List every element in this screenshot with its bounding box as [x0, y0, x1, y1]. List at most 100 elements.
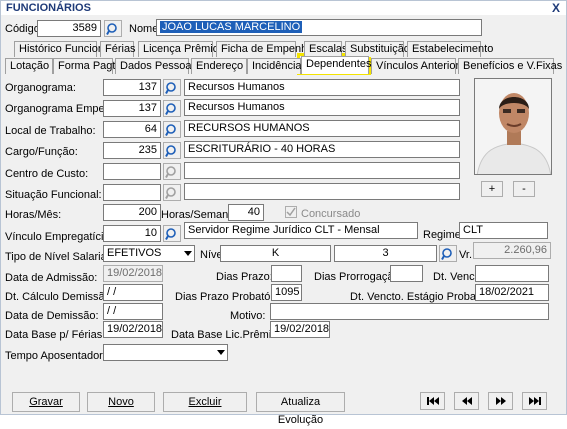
vinculo-desc[interactable]: Servidor Regime Jurídico CLT - Mensal: [184, 222, 418, 239]
tab-f-rias[interactable]: Férias: [100, 41, 136, 57]
horas-mes-field[interactable]: 200: [103, 204, 161, 221]
tab-dependentes[interactable]: Dependentes: [301, 56, 371, 74]
concursado-label: Concursado: [301, 208, 361, 220]
person-photo-icon: [475, 79, 551, 174]
organograma-empenho-code[interactable]: 137: [103, 100, 161, 117]
cargo-search-button[interactable]: [163, 142, 181, 159]
chevron-down-icon: [217, 350, 225, 355]
search-icon: [165, 227, 176, 240]
employee-photo: [474, 78, 552, 175]
dt-venc-field[interactable]: [475, 265, 549, 282]
novo-label: Novo: [108, 396, 134, 408]
codigo-search-button[interactable]: [104, 20, 122, 37]
organograma-empenho-search-button[interactable]: [163, 100, 181, 117]
tipo-nivel-label: Tipo de Nível Salarial:: [5, 251, 113, 263]
cargo-desc[interactable]: ESCRITURÁRIO - 40 HORAS: [184, 141, 460, 158]
situacao-desc[interactable]: [184, 183, 460, 200]
organograma-code[interactable]: 137: [103, 79, 161, 96]
tab-estabelecimento[interactable]: Estabelecimento: [407, 41, 493, 57]
tab-incid-ncias[interactable]: Incidências: [247, 58, 307, 74]
close-icon[interactable]: X: [552, 1, 560, 15]
tab-substitui-o[interactable]: Substituição: [345, 41, 410, 57]
last-icon: [528, 397, 541, 405]
local-search-button[interactable]: [163, 121, 181, 138]
tab-escalas[interactable]: Escalas: [304, 41, 348, 57]
concursado-checkbox: [285, 206, 297, 218]
tab-lota-o[interactable]: Lotação: [5, 58, 53, 74]
local-label: Local de Trabalho:: [5, 125, 96, 137]
search-icon: [165, 102, 176, 115]
next-record-button[interactable]: [488, 392, 513, 410]
vr-field: 2.260,96: [473, 242, 551, 259]
demissao-label: Data de Demissão:: [5, 310, 99, 322]
dias-prorrogacao-field[interactable]: [390, 265, 423, 282]
dt-calculo-field[interactable]: / /: [103, 284, 163, 301]
horas-mes-label: Horas/Mês:: [5, 209, 62, 221]
search-icon: [165, 81, 176, 94]
codigo-field[interactable]: 3589: [37, 20, 101, 37]
gravar-button[interactable]: Gravar: [12, 392, 80, 412]
situacao-search-button: [163, 184, 181, 201]
previous-icon: [461, 397, 472, 405]
motivo-field[interactable]: [270, 303, 549, 320]
dias-prazo-field[interactable]: [271, 265, 302, 282]
tab-ficha-de-empenho[interactable]: Ficha de Empenho: [216, 41, 313, 57]
tempo-aposentadoria-select[interactable]: [103, 344, 228, 361]
previous-record-button[interactable]: [454, 392, 479, 410]
local-code[interactable]: 64: [103, 121, 161, 138]
organograma-search-button[interactable]: [163, 79, 181, 96]
atualiza-evolucao-button[interactable]: Atualiza Evolução: [256, 392, 345, 426]
nivel-search-button[interactable]: [439, 245, 457, 262]
last-record-button[interactable]: [522, 392, 547, 410]
nivel-num-field[interactable]: 3: [334, 245, 437, 262]
organograma-label: Organograma:: [5, 82, 76, 94]
remove-photo-button[interactable]: -: [513, 181, 535, 197]
tab-benef-cios-e-v-fixas[interactable]: Benefícios e V.Fixas: [458, 58, 562, 74]
nome-field[interactable]: JOAO LUCAS MARCELINO: [156, 19, 482, 36]
novo-button[interactable]: Novo: [87, 392, 155, 412]
centro-custo-label: Centro de Custo:: [5, 168, 89, 180]
nome-value: JOAO LUCAS MARCELINO: [160, 21, 303, 33]
dt-calculo-label: Dt. Cálculo Demissão:: [5, 291, 114, 303]
tipo-nivel-select[interactable]: EFETIVOS: [103, 245, 195, 262]
base-ferias-field[interactable]: 19/02/2018: [103, 321, 163, 338]
vinculo-code[interactable]: 10: [103, 225, 161, 242]
tab-endere-o[interactable]: Endereço: [191, 58, 247, 74]
organograma-desc[interactable]: Recursos Humanos: [184, 79, 460, 96]
base-lic-field[interactable]: 19/02/2018: [270, 321, 330, 338]
admissao-field: 19/02/2018: [103, 265, 163, 282]
nome-label: Nome: [129, 23, 159, 35]
first-icon: [426, 397, 439, 405]
admissao-label: Data de Admissão:: [5, 272, 98, 284]
cargo-code[interactable]: 235: [103, 142, 161, 159]
add-photo-button[interactable]: +: [481, 181, 503, 197]
search-icon: [165, 123, 176, 136]
regime-field[interactable]: CLT: [459, 222, 548, 239]
next-icon: [495, 397, 506, 405]
tempo-aposentadoria-label: Tempo Aposentadoria:: [5, 350, 115, 362]
motivo-label: Motivo:: [230, 310, 266, 322]
excluir-button[interactable]: Excluir: [163, 392, 247, 412]
tab-licen-a-pr-mio[interactable]: Licença Prêmio: [138, 41, 219, 57]
horas-semana-label: Horas/Semana:: [161, 209, 238, 221]
vinculo-search-button[interactable]: [163, 225, 181, 242]
situacao-code[interactable]: [103, 184, 161, 201]
tab-dados-pessoais[interactable]: Dados Pessoais: [115, 58, 200, 74]
dias-probatorio-field[interactable]: 1095: [271, 284, 302, 301]
funcionarios-window: FUNCIONÁRIOS X Código: 3589 Nome JOAO LU…: [0, 0, 567, 426]
centro-custo-code[interactable]: [103, 163, 161, 180]
first-record-button[interactable]: [420, 392, 445, 410]
dt-estagio-field[interactable]: 18/02/2021: [475, 284, 549, 301]
nivel-field[interactable]: K: [220, 245, 331, 262]
local-desc[interactable]: RECURSOS HUMANOS: [184, 120, 460, 137]
search-icon: [441, 247, 452, 260]
tab-forma-pagto-[interactable]: Forma Pagto.: [53, 58, 125, 74]
tab-v-nculos-anteriores[interactable]: Vínculos Anteriores: [371, 58, 471, 74]
centro-custo-desc[interactable]: [184, 162, 460, 179]
organograma-empenho-desc[interactable]: Recursos Humanos: [184, 99, 460, 116]
excluir-label: Excluir: [188, 396, 222, 408]
tab-hist-rico-funcional[interactable]: Histórico Funcional: [14, 41, 113, 57]
horas-semana-field[interactable]: 40: [228, 204, 264, 221]
demissao-field[interactable]: / /: [103, 303, 163, 320]
dias-probatorio-label: Dias Prazo Probatório:: [175, 291, 286, 303]
